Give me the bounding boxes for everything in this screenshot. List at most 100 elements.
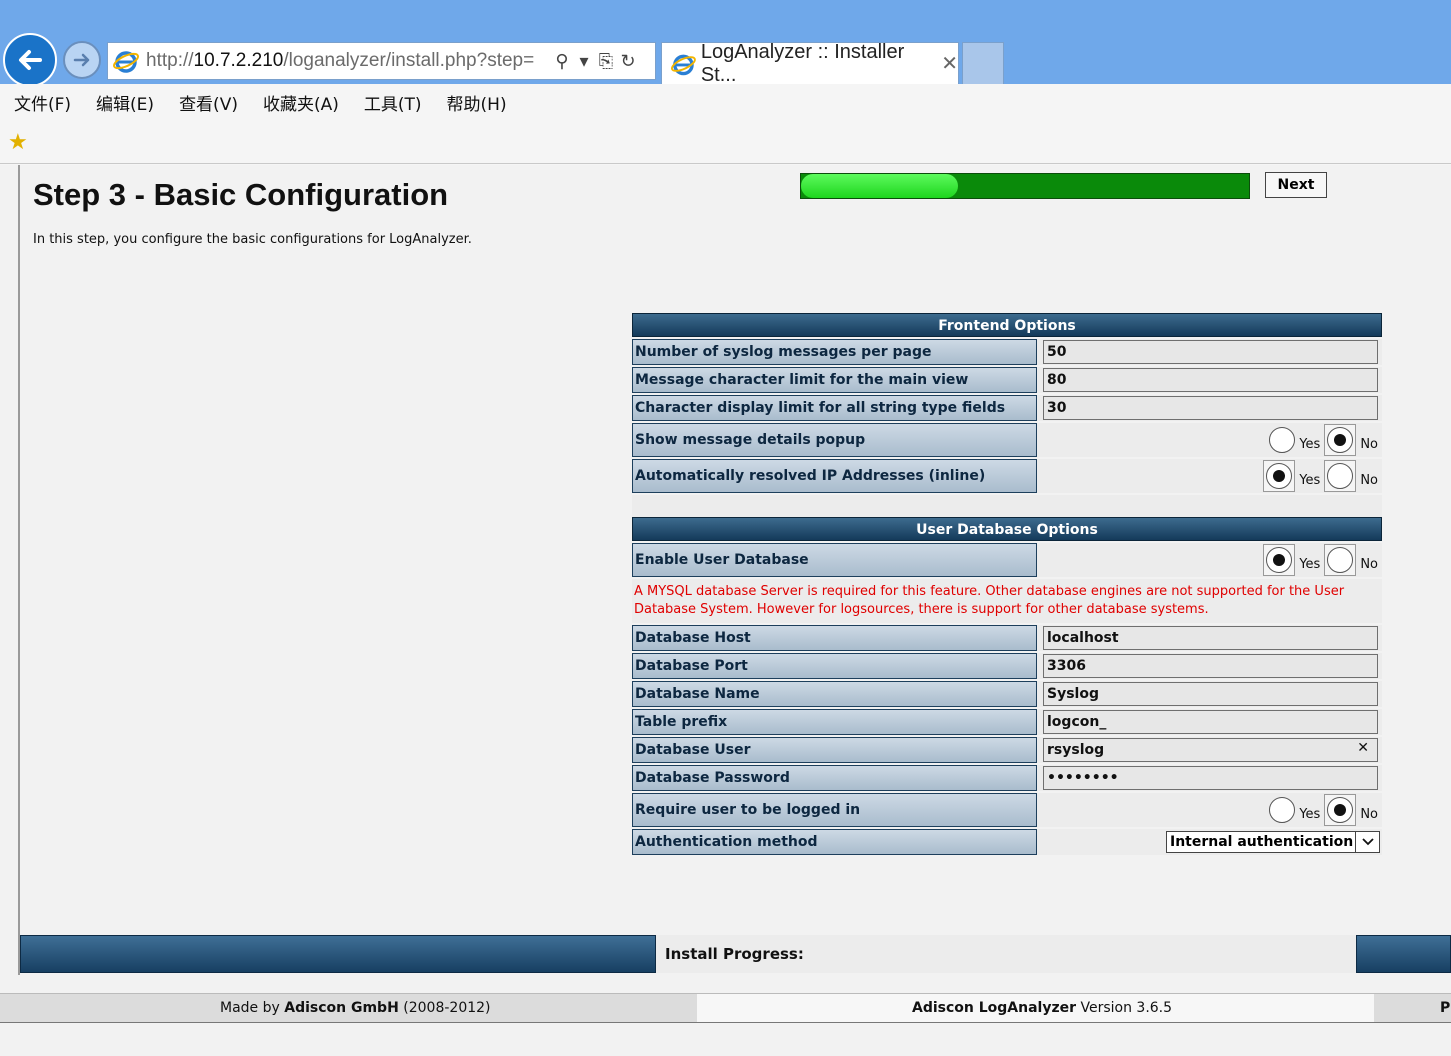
field-label: Database User [632,737,1037,763]
yes-label: Yes [1299,556,1321,572]
popup-no-radio[interactable] [1327,427,1354,453]
page-content: Step 3 - Basic Configuration In this ste… [0,165,1451,1056]
back-button[interactable] [3,33,57,87]
spacer [632,495,1382,517]
config-form: Frontend Options Number of syslog messag… [632,313,1382,855]
page-border [18,165,20,975]
address-bar[interactable]: http://10.7.2.210/loganalyzer/install.ph… [107,42,656,80]
field-label: Number of syslog messages per page [632,339,1037,365]
footer: Made by Adiscon GmbH (2008-2012) Adiscon… [0,993,1451,1023]
company-link[interactable]: Adiscon GmbH [284,1000,399,1016]
frontend-options-header: Frontend Options [632,313,1382,337]
form-row: Automatically resolved IP Addresses (inl… [632,459,1382,493]
field-label: Authentication method [632,829,1037,855]
no-label: No [1360,556,1378,572]
db-name-input[interactable]: Syslog [1043,682,1378,706]
chevron-down-icon[interactable] [1355,832,1379,852]
form-row: Show message details popup Yes No [632,423,1382,457]
form-row: Database Host localhost [632,625,1382,651]
form-row: Database Password •••••••• [632,765,1382,791]
progress-track [800,173,1250,199]
install-progress-label: Install Progress: [656,935,816,973]
url-text[interactable]: http://10.7.2.210/loganalyzer/install.ph… [146,50,551,72]
require-login-yes-radio[interactable] [1269,797,1296,823]
yes-label: Yes [1299,806,1321,822]
enable-userdb-no-radio[interactable] [1327,547,1354,573]
page-title: Step 3 - Basic Configuration [33,177,449,212]
footer-edge-text: P [1440,1000,1451,1016]
popup-yes-radio[interactable] [1269,427,1296,453]
tab-title: LogAnalyzer :: Installer St... [700,40,905,86]
field-label: Database Password [632,765,1037,791]
bar-segment [816,935,1356,973]
menu-bar: 文件(F) 编辑(E) 查看(V) 收藏夹(A) 工具(T) 帮助(H) [0,84,1451,120]
menu-view[interactable]: 查看(V) [179,90,238,115]
form-row: Authentication method Internal authentic… [632,829,1382,855]
resolve-yes-radio[interactable] [1266,463,1293,489]
close-icon[interactable]: ✕ [941,51,958,76]
resolve-no-radio[interactable] [1327,463,1354,489]
auth-method-select[interactable]: Internal authentication [1166,831,1380,853]
ie-logo-icon [113,51,139,73]
db-user-input[interactable]: rsyslog ✕ [1043,738,1378,762]
form-row: Database Name Syslog [632,681,1382,707]
require-login-no-radio[interactable] [1327,797,1354,823]
browser-tab[interactable]: LogAnalyzer :: Installer St... ✕ [661,40,959,86]
form-row: Database Port 3306 [632,653,1382,679]
favorites-bar: ★ [0,120,1451,164]
forward-button[interactable] [63,41,101,79]
form-row: Enable User Database Yes No [632,543,1382,577]
product-link[interactable]: Adiscon LogAnalyzer [912,1000,1076,1016]
forward-arrow-icon [73,53,90,67]
field-label: Character display limit for all string t… [632,395,1037,421]
form-row: Message character limit for the main vie… [632,367,1382,393]
yes-label: Yes [1299,472,1321,488]
db-port-input[interactable]: 3306 [1043,654,1378,678]
dropdown-icon[interactable]: ▾ [573,51,595,72]
next-button[interactable]: Next [1265,172,1327,198]
form-row: Database User rsyslog ✕ [632,737,1382,763]
bar-segment [1356,935,1451,973]
ie-logo-icon [670,54,696,75]
char-limit-main-input[interactable]: 80 [1043,368,1378,392]
install-progress-bar: Install Progress: [20,935,1451,973]
menu-favorites[interactable]: 收藏夹(A) [263,90,339,115]
progress-fill [801,174,958,198]
compat-view-icon[interactable]: ⎘ [595,51,617,72]
menu-file[interactable]: 文件(F) [14,90,71,115]
yes-label: Yes [1299,436,1321,452]
clear-icon[interactable]: ✕ [1357,740,1369,756]
form-row: Number of syslog messages per page 50 [632,339,1382,365]
field-label: Table prefix [632,709,1037,735]
footer-version: Adiscon LogAnalyzer Version 3.6.5 [912,1000,1173,1016]
field-label: Show message details popup [632,423,1037,457]
no-label: No [1360,472,1378,488]
field-label: Database Name [632,681,1037,707]
back-arrow-icon [19,50,42,70]
field-label: Require user to be logged in [632,793,1037,827]
user-db-options-header: User Database Options [632,517,1382,541]
field-label: Enable User Database [632,543,1037,577]
no-label: No [1360,806,1378,822]
db-host-input[interactable]: localhost [1043,626,1378,650]
field-label: Database Host [632,625,1037,651]
menu-edit[interactable]: 编辑(E) [96,90,154,115]
db-password-input[interactable]: •••••••• [1043,766,1378,790]
db-user-value: rsyslog [1047,742,1105,758]
favorites-star-icon[interactable]: ★ [8,130,28,155]
menu-tools[interactable]: 工具(T) [364,90,422,115]
bar-segment [20,935,656,973]
refresh-icon[interactable]: ↻ [617,51,639,72]
messages-per-page-input[interactable]: 50 [1043,340,1378,364]
field-label: Automatically resolved IP Addresses (inl… [632,459,1037,493]
menu-help[interactable]: 帮助(H) [447,90,507,115]
new-tab-button[interactable] [962,42,1004,84]
field-label: Database Port [632,653,1037,679]
char-limit-string-input[interactable]: 30 [1043,396,1378,420]
field-label: Message character limit for the main vie… [632,367,1037,393]
search-icon[interactable]: ⚲ [551,51,573,72]
table-prefix-input[interactable]: logcon_ [1043,710,1378,734]
no-label: No [1360,436,1378,452]
enable-userdb-yes-radio[interactable] [1266,547,1293,573]
browser-chrome: http://10.7.2.210/loganalyzer/install.ph… [0,0,1451,87]
